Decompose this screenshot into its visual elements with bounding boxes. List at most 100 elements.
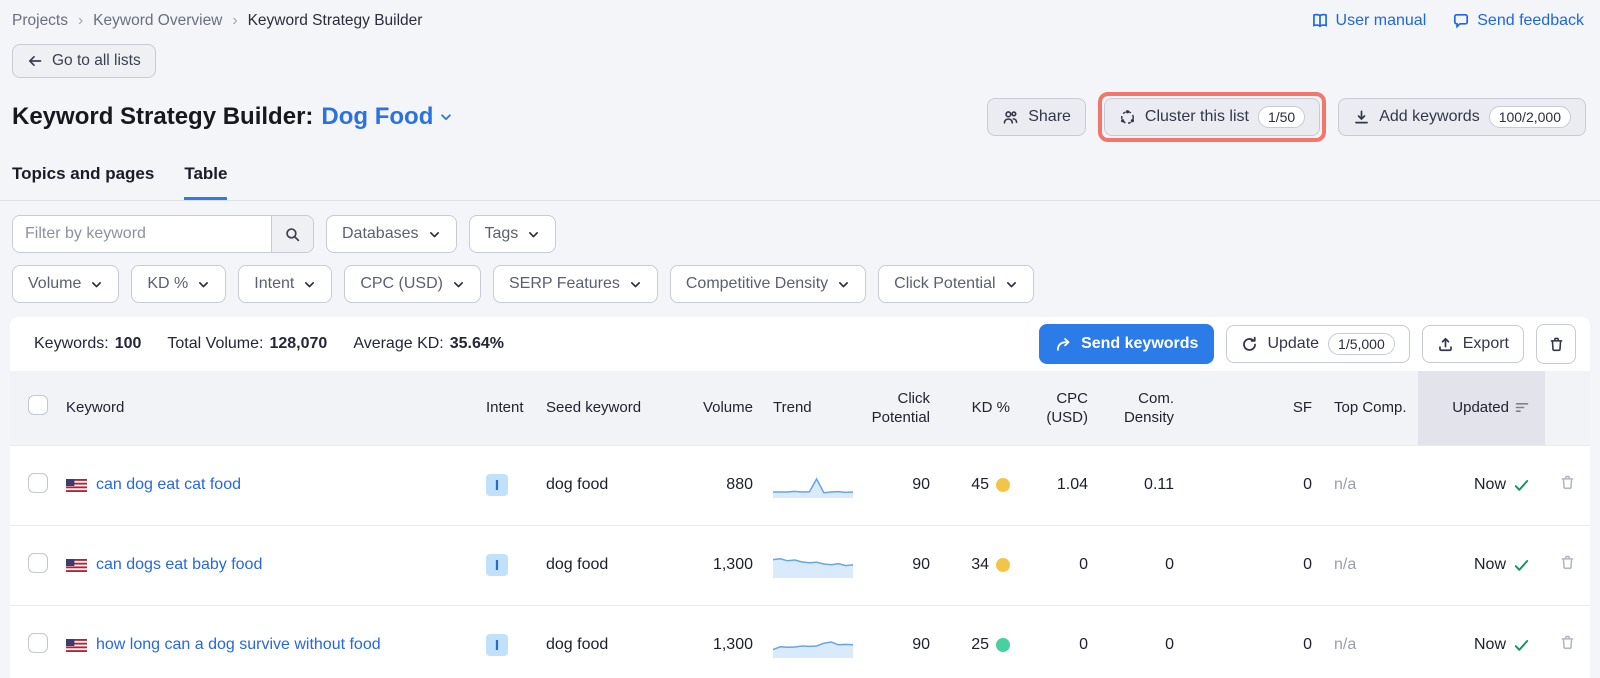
col-header-intent[interactable]: Intent [486,371,546,445]
competitive-density-filter-label: Competitive Density [686,275,828,293]
kd-difficulty-dot [996,638,1010,652]
col-header-com-density[interactable]: Com. Density [1098,371,1188,445]
col-header-trend[interactable]: Trend [763,371,863,445]
intent-badge[interactable]: I [486,474,508,496]
update-label: Update [1267,335,1319,353]
cpc-value: 1.04 [1018,445,1098,525]
send-feedback-link[interactable]: Send feedback [1452,12,1584,30]
row-checkbox[interactable] [28,553,48,573]
com-density-value: 0 [1098,525,1188,605]
share-label: Share [1028,108,1071,126]
user-manual-link[interactable]: User manual [1311,12,1427,30]
databases-dropdown[interactable]: Databases [326,215,457,253]
col-header-kd[interactable]: KD % [938,371,1018,445]
page-title: Keyword Strategy Builder: Dog Food [12,103,453,131]
kd-difficulty-dot [996,478,1010,492]
volume-filter-dropdown[interactable]: Volume [12,265,119,303]
col-header-cpc[interactable]: CPC (USD) [1018,371,1098,445]
top-comp-value: n/a [1334,636,1356,653]
trash-icon [1548,336,1565,353]
cluster-this-list-button[interactable]: Cluster this list 1/50 [1104,98,1320,136]
top-bar: Projects › Keyword Overview › Keyword St… [0,0,1600,30]
delete-keyword-button[interactable] [1559,474,1576,491]
col-header-volume[interactable]: Volume [671,371,763,445]
chevron-down-icon [197,278,210,291]
list-name-dropdown[interactable]: Dog Food [321,103,453,131]
chevron-right-icon: › [78,12,83,30]
go-to-all-lists-label: Go to all lists [52,52,141,70]
send-keywords-button[interactable]: Send keywords [1039,324,1214,364]
row-checkbox[interactable] [28,473,48,493]
click-potential-filter-label: Click Potential [894,275,995,293]
updated-value: Now [1474,636,1506,654]
delete-keyword-button[interactable] [1559,554,1576,571]
export-button[interactable]: Export [1422,325,1524,363]
delete-keyword-button[interactable] [1559,634,1576,651]
select-all-checkbox[interactable] [28,395,48,415]
trash-icon [1559,474,1576,491]
col-header-updated[interactable]: Updated [1418,371,1545,445]
tags-dropdown[interactable]: Tags [469,215,557,253]
cluster-label: Cluster this list [1145,108,1249,126]
view-tabs: Topics and pages Table [0,142,1600,201]
click-potential-filter-dropdown[interactable]: Click Potential [878,265,1033,303]
magnifier-icon [284,226,301,243]
volume-value: 1,300 [671,525,763,605]
add-keywords-count-badge: 100/2,000 [1489,106,1571,128]
intent-badge[interactable]: I [486,634,508,656]
kd-value: 45 [971,476,989,494]
keyword-link[interactable]: how long can a dog survive without food [96,636,381,654]
col-header-top-comp[interactable]: Top Comp. [1328,371,1418,445]
table-row: how long can a dog survive without food … [10,605,1590,678]
cpc-filter-dropdown[interactable]: CPC (USD) [344,265,481,303]
competitive-density-filter-dropdown[interactable]: Competitive Density [670,265,866,303]
col-header-keyword[interactable]: Keyword [66,371,486,445]
chevron-right-icon: › [232,12,237,30]
chevron-down-icon [452,278,465,291]
chevron-down-icon [303,278,316,291]
chevron-down-icon [527,228,540,241]
keyword-filter-input[interactable] [13,216,271,252]
go-to-all-lists-button[interactable]: Go to all lists [12,44,156,78]
row-checkbox[interactable] [28,633,48,653]
serp-features-filter-dropdown[interactable]: SERP Features [493,265,658,303]
breadcrumb-keyword-overview[interactable]: Keyword Overview [93,12,222,30]
keyword-link[interactable]: can dog eat cat food [96,476,241,494]
chevron-down-icon [90,278,103,291]
kd-value: 25 [971,636,989,654]
cluster-highlight-annotation: Cluster this list 1/50 [1098,92,1326,142]
intent-badge[interactable]: I [486,554,508,576]
add-keywords-button[interactable]: Add keywords 100/2,000 [1338,98,1586,136]
check-icon [1514,639,1529,652]
user-manual-label: User manual [1336,12,1427,30]
com-density-value: 0.11 [1098,445,1188,525]
col-header-click-potential[interactable]: Click Potential [863,371,938,445]
click-potential-value: 90 [863,525,938,605]
col-header-sf[interactable]: SF [1188,371,1328,445]
cpc-filter-label: CPC (USD) [360,275,443,293]
table-row: can dogs eat baby food I dog food 1,300 … [10,525,1590,605]
click-potential-value: 90 [863,605,938,678]
book-icon [1311,12,1329,30]
tab-topics-and-pages[interactable]: Topics and pages [12,164,154,200]
us-flag-icon [66,479,87,492]
send-feedback-label: Send feedback [1477,12,1584,30]
update-button[interactable]: Update 1/5,000 [1226,325,1409,363]
breadcrumb-projects[interactable]: Projects [12,12,68,30]
list-name: Dog Food [321,103,433,131]
breadcrumb: Projects › Keyword Overview › Keyword St… [12,12,422,30]
delete-list-button[interactable] [1536,324,1576,364]
upload-icon [1437,336,1454,353]
search-button[interactable] [271,216,313,252]
breadcrumb-current: Keyword Strategy Builder [248,12,423,30]
kd-filter-dropdown[interactable]: KD % [131,265,226,303]
col-header-seed-keyword[interactable]: Seed keyword [546,371,671,445]
keyword-link[interactable]: can dogs eat baby food [96,556,262,574]
cpc-value: 0 [1018,525,1098,605]
people-icon [1002,109,1019,126]
updated-value: Now [1474,556,1506,574]
intent-filter-dropdown[interactable]: Intent [238,265,332,303]
share-button[interactable]: Share [987,98,1086,136]
serp-features-filter-label: SERP Features [509,275,620,293]
tab-table[interactable]: Table [184,164,227,200]
